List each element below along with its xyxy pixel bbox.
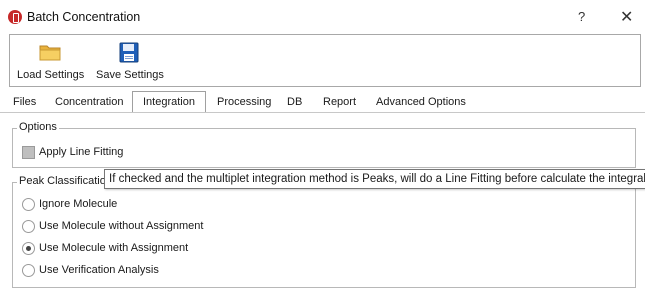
tab-processing[interactable]: Processing [217,93,271,111]
apply-line-fitting-label[interactable]: Apply Line Fitting [39,146,123,158]
radio-verification-analysis[interactable] [22,264,35,277]
save-settings-label: Save Settings [96,69,164,81]
line-fitting-tooltip: If checked and the multiplet integration… [104,169,645,189]
tab-integration[interactable]: Integration [132,91,206,113]
tab-advanced-options[interactable]: Advanced Options [376,93,466,111]
tab-files[interactable]: Files [13,93,36,111]
load-settings-label: Load Settings [17,69,85,81]
tab-report[interactable]: Report [323,93,356,111]
folder-icon [39,45,61,61]
tab-concentration[interactable]: Concentration [55,93,124,111]
radio-with-assignment-label[interactable]: Use Molecule with Assignment [39,242,188,254]
radio-ignore-molecule[interactable] [22,198,35,211]
radio-verification-analysis-label[interactable]: Use Verification Analysis [39,264,159,276]
radio-without-assignment-label[interactable]: Use Molecule without Assignment [39,220,203,232]
app-logo-icon [8,10,22,24]
tab-db[interactable]: DB [287,93,302,111]
title-bar: Batch Concentration ? ✕ [0,0,645,34]
options-legend: Options [17,121,59,133]
radio-with-assignment[interactable] [22,242,35,255]
save-settings-button[interactable]: Save Settings [92,35,172,86]
load-settings-button[interactable]: Load Settings [14,35,86,86]
tab-divider [0,112,645,113]
window-title: Batch Concentration [27,10,141,24]
help-button[interactable]: ? [578,9,585,24]
radio-ignore-molecule-label[interactable]: Ignore Molecule [39,198,117,210]
apply-line-fitting-checkbox[interactable] [22,146,35,159]
close-button[interactable]: ✕ [620,7,633,27]
tab-bar: Files Concentration Integration Processi… [0,91,645,113]
radio-without-assignment[interactable] [22,220,35,233]
toolbar: Load Settings Save Settings [9,34,641,87]
floppy-disk-icon [119,42,139,63]
peak-classification-legend: Peak Classification [17,175,114,187]
